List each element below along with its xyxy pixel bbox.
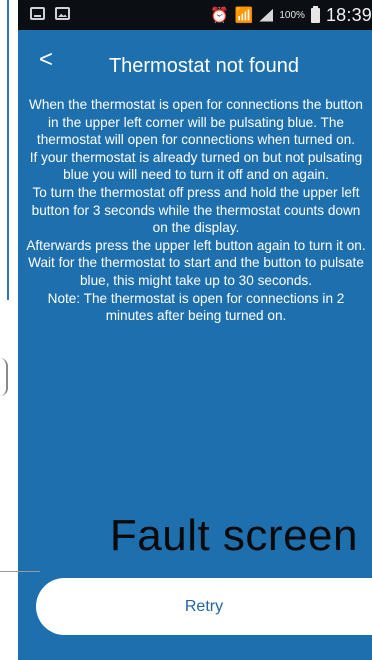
phone-screen: ⏰ 📶 100% 18:39 < Thermostat not found Wh… (18, 0, 372, 660)
message-icon (30, 7, 45, 20)
image-icon (55, 7, 70, 20)
instruction-paragraph: If your thermostat is already turned on … (29, 149, 363, 183)
alarm-icon: ⏰ (210, 7, 229, 24)
screen-header: < Thermostat not found (18, 46, 372, 86)
retry-button[interactable]: Retry (36, 578, 372, 635)
instruction-paragraph: Note: The thermostat is open for connect… (47, 290, 345, 324)
signal-icon (259, 8, 274, 22)
status-time: 18:39 (325, 4, 372, 25)
instructions-text: When the thermostat is open for connecti… (24, 96, 368, 325)
battery-icon (310, 5, 320, 23)
left-frame-line (0, 0, 9, 300)
status-left-icons (30, 7, 70, 20)
status-bar: ⏰ 📶 100% 18:39 (18, 0, 372, 30)
status-right-icons: ⏰ 📶 100% 18:39 (210, 4, 372, 26)
page-title: Thermostat not found (108, 55, 300, 77)
left-partial-glyph (0, 358, 8, 396)
wifi-icon: 📶 (234, 7, 254, 24)
instruction-paragraph: When the thermostat is open for connecti… (28, 97, 363, 148)
battery-percent: 100% (279, 9, 305, 21)
instruction-paragraph: To turn the thermostat off press and hol… (31, 184, 361, 236)
instruction-paragraph: Afterwards press the upper left button a… (26, 237, 366, 288)
